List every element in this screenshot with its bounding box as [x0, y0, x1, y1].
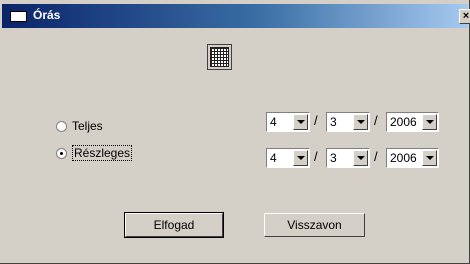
radio-reszleges-label: Részleges	[72, 145, 133, 161]
window-icon	[10, 11, 27, 22]
close-button[interactable]: ×	[459, 9, 470, 24]
radio-teljes-circle[interactable]	[56, 120, 67, 132]
end-day-dropdown-icon[interactable]	[293, 150, 308, 166]
start-month-dropdown-icon[interactable]	[353, 114, 368, 130]
grid-icon[interactable]	[207, 44, 232, 70]
radio-reszleges-circle[interactable]	[56, 147, 67, 159]
date-separator: /	[374, 149, 378, 164]
end-month-select[interactable]: 3	[326, 148, 370, 168]
end-month-dropdown-icon[interactable]	[353, 150, 368, 166]
start-day-value: 4	[270, 115, 277, 129]
radio-teljes[interactable]: Teljes	[56, 119, 103, 133]
date-separator: /	[314, 149, 318, 164]
radio-teljes-label: Teljes	[72, 119, 103, 133]
end-day-select[interactable]: 4	[266, 148, 310, 168]
start-year-value: 2006	[390, 115, 417, 129]
dialog-window: Órás × Teljes Részleges 4 / 3 / 2006 4 /…	[0, 0, 470, 264]
date-separator: /	[374, 113, 378, 128]
end-year-dropdown-icon[interactable]	[422, 150, 437, 166]
start-year-select[interactable]: 2006	[386, 112, 439, 132]
accept-button[interactable]: Elfogad	[124, 212, 224, 238]
end-day-value: 4	[270, 151, 277, 165]
end-month-value: 3	[330, 151, 337, 165]
start-day-select[interactable]: 4	[266, 112, 310, 132]
end-year-value: 2006	[390, 151, 417, 165]
date-separator: /	[314, 113, 318, 128]
start-year-dropdown-icon[interactable]	[422, 114, 437, 130]
start-month-select[interactable]: 3	[326, 112, 370, 132]
start-month-value: 3	[330, 115, 337, 129]
radio-reszleges[interactable]: Részleges	[56, 145, 133, 161]
end-year-select[interactable]: 2006	[386, 148, 439, 168]
grid-icon-inner	[210, 47, 229, 67]
start-day-dropdown-icon[interactable]	[293, 114, 308, 130]
window-title: Órás	[33, 8, 61, 22]
cancel-button[interactable]: Visszavon	[264, 213, 365, 237]
title-bar[interactable]: Órás ×	[2, 4, 470, 28]
